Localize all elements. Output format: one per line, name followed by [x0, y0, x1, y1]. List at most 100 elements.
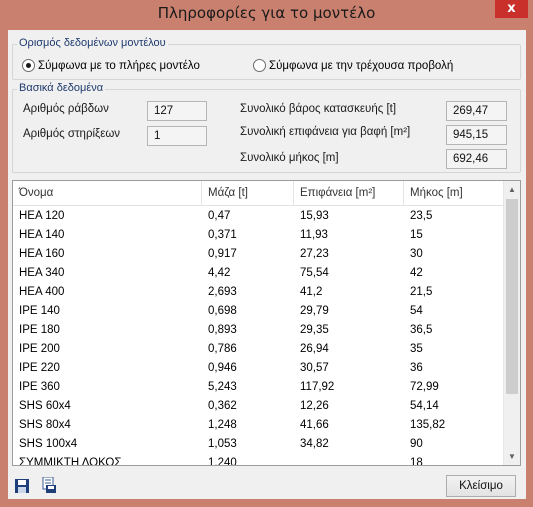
model-definition-group: Ορισμός δεδομένων μοντέλου Σύμφωνα με το… — [12, 37, 521, 80]
cell-name: IPE 200 — [19, 343, 60, 355]
bars-count-label: Αριθμός ράβδων — [23, 103, 109, 115]
cell-length: 36 — [410, 362, 423, 374]
scroll-up-icon[interactable]: ▲ — [504, 181, 520, 198]
cell-name: SHS 60x4 — [19, 400, 71, 412]
scroll-down-icon[interactable]: ▼ — [504, 448, 520, 465]
model-info-window: Πληροφορίες για το μοντέλο x Ορισμός δεδ… — [0, 0, 533, 507]
radio-full-model-indicator[interactable] — [22, 59, 35, 72]
cell-length: 35 — [410, 343, 423, 355]
total-length-label: Συνολικό μήκος [m] — [240, 152, 339, 164]
total-weight-field: 269,47 — [446, 101, 507, 121]
column-header-length[interactable]: Μήκος [m] — [404, 181, 505, 206]
cell-name: IPE 140 — [19, 305, 60, 317]
table-row[interactable]: HEA 400 2,693 41,2 21,5 — [13, 283, 505, 302]
cell-area: 34,82 — [300, 438, 329, 450]
window-title: Πληροφορίες για το μοντέλο — [157, 4, 376, 22]
radio-full-model[interactable]: Σύμφωνα με το πλήρες μοντέλο — [22, 59, 200, 72]
radio-full-model-label: Σύμφωνα με το πλήρες μοντέλο — [38, 59, 200, 72]
cell-mass: 0,786 — [208, 343, 237, 355]
cell-mass: 0,47 — [208, 210, 231, 222]
table-row[interactable]: IPE 360 5,243 117,92 72,99 — [13, 378, 505, 397]
cell-area: 11,93 — [300, 229, 328, 241]
cell-name: IPE 360 — [19, 381, 60, 393]
table-row[interactable]: HEA 120 0,47 15,93 23,5 — [13, 207, 505, 226]
cell-name: HEA 340 — [19, 267, 65, 279]
cell-area: 117,92 — [300, 381, 335, 393]
close-button[interactable]: Κλείσιμο — [446, 475, 516, 497]
table-row[interactable]: ΣΥΜΜΙΚΤΗ ΔΟΚΟΣ 1,240 18 — [13, 454, 505, 466]
cell-mass: 0,698 — [208, 305, 237, 317]
cell-name: SHS 100x4 — [19, 438, 78, 450]
total-area-label: Συνολική επιφάνεια για βαφή [m²] — [240, 126, 411, 138]
table-body: HEA 120 0,47 15,93 23,5 HEA 140 0,371 11,93 15 H… — [13, 207, 505, 466]
table-row[interactable]: IPE 220 0,946 30,57 36 — [13, 359, 505, 378]
cell-area: 29,35 — [300, 324, 329, 336]
cell-name: HEA 140 — [19, 229, 65, 241]
save-icon[interactable] — [14, 478, 30, 494]
cell-length: 54 — [410, 305, 423, 317]
title-bar[interactable]: Πληροφορίες για το μοντέλο x — [0, 0, 533, 29]
cell-length: 54,14 — [410, 400, 439, 412]
radio-current-view-label: Σύμφωνα με την τρέχουσα προβολή — [269, 59, 454, 72]
cell-length: 36,5 — [410, 324, 433, 336]
window-close-button[interactable]: x — [495, 0, 528, 18]
sections-table[interactable]: Όνομα Μάζα [t] Επιφάνεια [m²] Μήκος [m] … — [12, 180, 521, 466]
dialog-client-area: Ορισμός δεδομένων μοντέλου Σύμφωνα με το… — [8, 30, 526, 499]
basic-data-label: Βασικά δεδομένα — [17, 82, 106, 94]
cell-length: 23,5 — [410, 210, 433, 222]
cell-length: 42 — [410, 267, 423, 279]
cell-length: 15 — [410, 229, 423, 241]
total-weight-label: Συνολικό βάρος κατασκευής [t] — [240, 103, 397, 115]
cell-area: 41,66 — [300, 419, 329, 431]
export-icon[interactable] — [41, 476, 57, 493]
cell-length: 135,82 — [410, 419, 446, 431]
cell-name: ΣΥΜΜΙΚΤΗ ΔΟΚΟΣ — [19, 457, 122, 466]
radio-current-view[interactable]: Σύμφωνα με την τρέχουσα προβολή — [253, 59, 453, 72]
table-header: Όνομα Μάζα [t] Επιφάνεια [m²] Μήκος [m] — [13, 181, 505, 206]
cell-mass: 1,248 — [208, 419, 237, 431]
table-row[interactable]: IPE 180 0,893 29,35 36,5 — [13, 321, 505, 340]
cell-mass: 1,053 — [208, 438, 237, 450]
basic-data-group: Βασικά δεδομένα Αριθμός ράβδων 127 Αριθμ… — [12, 82, 521, 173]
cell-area: 29,79 — [300, 305, 329, 317]
table-row[interactable]: SHS 100x4 1,053 34,82 90 — [13, 435, 505, 454]
column-header-area[interactable]: Επιφάνεια [m²] — [294, 181, 404, 206]
cell-mass: 2,693 — [208, 286, 237, 298]
cell-mass: 0,893 — [208, 324, 237, 336]
total-length-field: 692,46 — [446, 149, 507, 169]
table-row[interactable]: IPE 200 0,786 26,94 35 — [13, 340, 505, 359]
cell-area: 41,2 — [300, 286, 323, 298]
cell-area: 12,26 — [300, 400, 329, 412]
scrollbar-thumb[interactable] — [506, 199, 518, 394]
table-scrollbar[interactable]: ▲ ▼ — [503, 181, 520, 465]
cell-length: 30 — [410, 248, 423, 260]
cell-area: 75,54 — [300, 267, 329, 279]
cell-name: HEA 400 — [19, 286, 65, 298]
cell-name: IPE 180 — [19, 324, 60, 336]
cell-mass: 1,240 — [208, 457, 237, 466]
radio-current-view-indicator[interactable] — [253, 59, 266, 72]
table-row[interactable]: HEA 140 0,371 11,93 15 — [13, 226, 505, 245]
table-row[interactable]: HEA 340 4,42 75,54 42 — [13, 264, 505, 283]
cell-mass: 0,946 — [208, 362, 237, 374]
column-header-name[interactable]: Όνομα — [13, 181, 202, 206]
cell-area — [294, 454, 300, 465]
table-row[interactable]: SHS 80x4 1,248 41,66 135,82 — [13, 416, 505, 435]
bars-count-field: 127 — [147, 101, 207, 121]
table-row[interactable]: SHS 60x4 0,362 12,26 54,14 — [13, 397, 505, 416]
cell-name: SHS 80x4 — [19, 419, 71, 431]
total-area-field: 945,15 — [446, 125, 507, 145]
model-definition-label: Ορισμός δεδομένων μοντέλου — [17, 37, 168, 49]
cell-area: 15,93 — [300, 210, 329, 222]
column-header-mass[interactable]: Μάζα [t] — [202, 181, 294, 206]
cell-mass: 5,243 — [208, 381, 237, 393]
supports-count-field: 1 — [147, 126, 207, 146]
table-row[interactable]: HEA 160 0,917 27,23 30 — [13, 245, 505, 264]
cell-length: 72,99 — [410, 381, 439, 393]
table-row[interactable]: IPE 140 0,698 29,79 54 — [13, 302, 505, 321]
cell-mass: 0,917 — [208, 248, 237, 260]
cell-length: 90 — [410, 438, 423, 450]
cell-mass: 4,42 — [208, 267, 231, 279]
cell-name: HEA 120 — [19, 210, 65, 222]
supports-count-label: Αριθμός στηρίξεων — [23, 128, 121, 140]
